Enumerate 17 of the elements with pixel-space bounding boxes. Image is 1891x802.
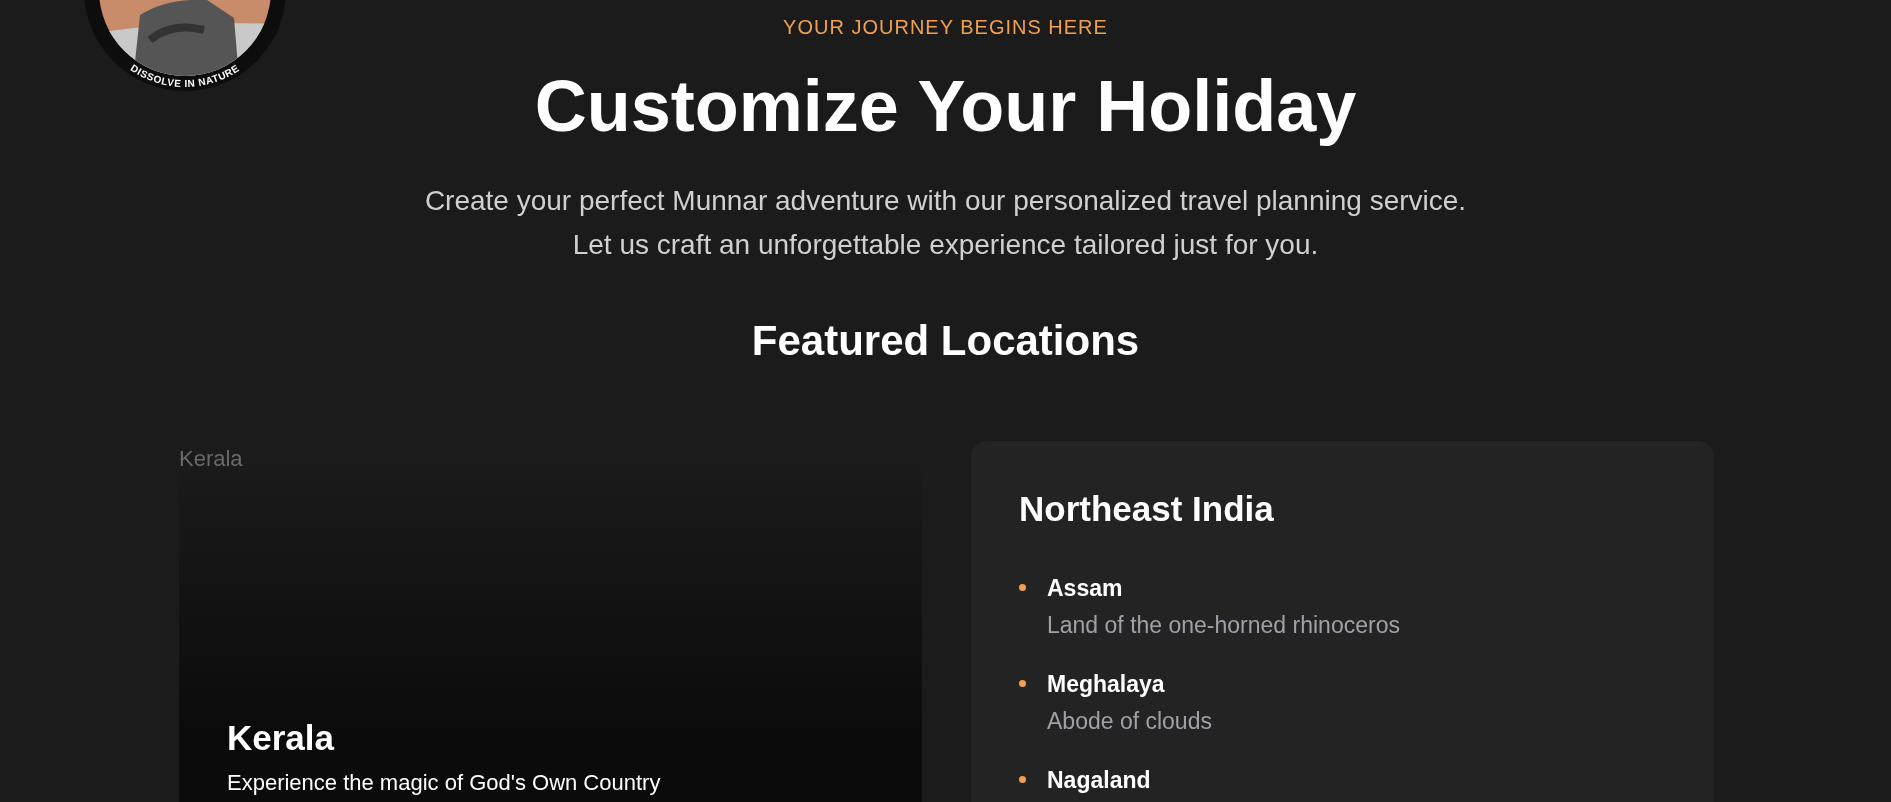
destination-description: Land of the one-horned rhinoceros <box>1047 612 1401 640</box>
destination-name: Meghalaya <box>1047 671 1166 699</box>
eyebrow-text: YOUR JOURNEY BEGINS HERE <box>783 16 1108 39</box>
subtitle-text: Let us craft an unforgettable experience tailored just for you. <box>571 228 1320 263</box>
destination-description: Abode of clouds <box>1047 708 1213 736</box>
card-title: Kerala <box>227 718 336 759</box>
bullet-icon <box>1019 680 1026 688</box>
card-description: Experience the magic of God's Own Country <box>227 770 662 798</box>
bullet-icon <box>1019 584 1026 592</box>
card-title: Northeast India <box>1019 489 1275 530</box>
page-title: Customize Your Holiday <box>534 65 1357 148</box>
subtitle-text: Create your perfect Munnar adventure with our personalized travel planning service. <box>424 184 1467 219</box>
bullet-icon <box>1019 776 1026 784</box>
destination-name: Nagaland <box>1047 767 1152 795</box>
image-alt-text: Kerala <box>179 446 243 473</box>
destination-name: Assam <box>1047 575 1124 603</box>
section-heading: Featured Locations <box>750 317 1141 366</box>
